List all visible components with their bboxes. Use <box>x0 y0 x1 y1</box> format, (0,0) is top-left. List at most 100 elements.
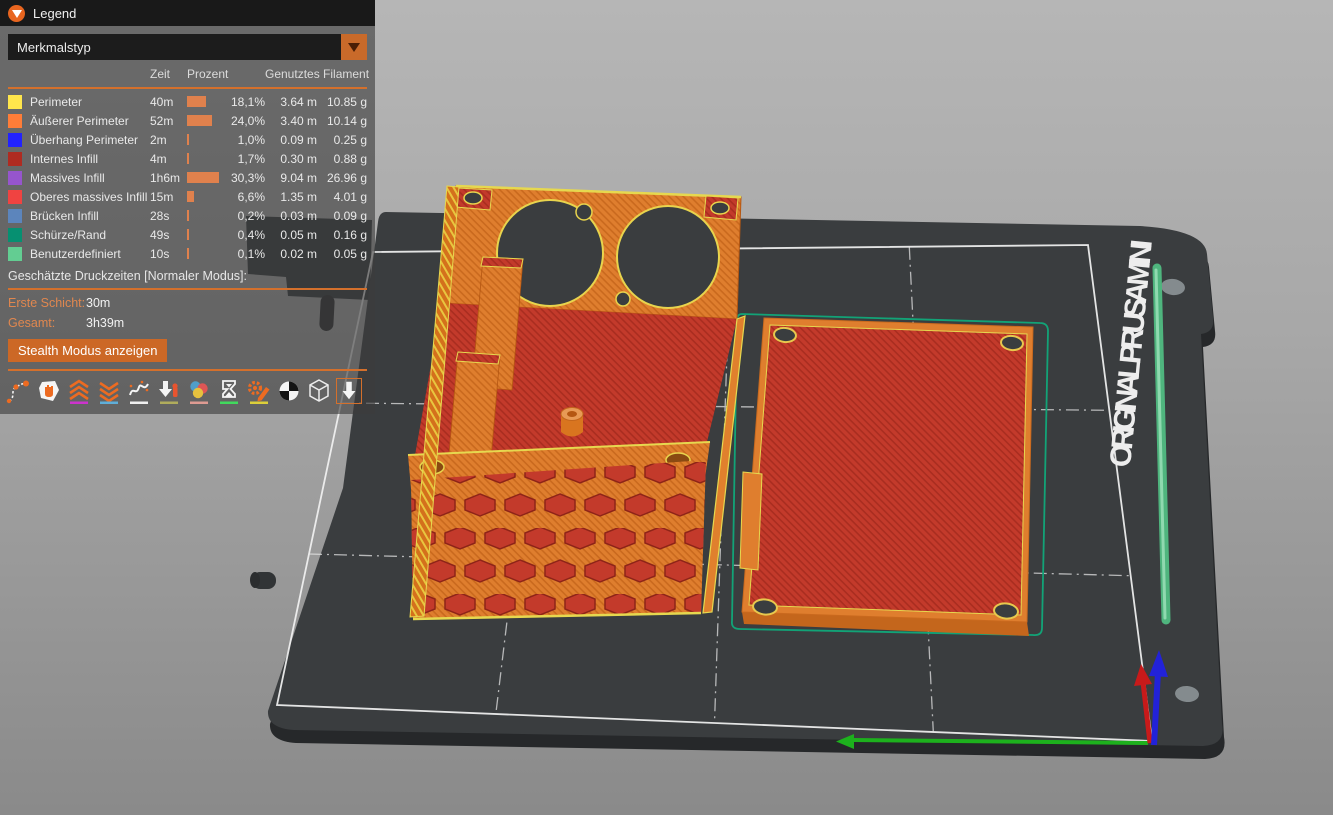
feature-grams: 0.09 g <box>317 209 367 223</box>
feature-grams: 0.05 g <box>317 247 367 261</box>
feature-grams: 0.25 g <box>317 133 367 147</box>
percent-bar <box>187 210 223 221</box>
feature-percent: 0,4% <box>223 228 265 242</box>
percent-bar <box>187 248 223 259</box>
table-row: Überhang Perimeter2m 1,0%0.09 m0.25 g <box>0 130 375 149</box>
legend-panel: Legend Merkmalstyp Zeit Prozent Genutzte… <box>0 0 375 414</box>
table-row: Äußerer Perimeter52m 24,0%3.40 m10.14 g <box>0 111 375 130</box>
tool-marker-icon[interactable] <box>336 378 362 404</box>
table-row: Massives Infill1h6m30,3%9.04 m26.96 g <box>0 168 375 187</box>
divider <box>8 87 367 89</box>
feature-time: 2m <box>150 133 187 147</box>
model-lid[interactable] <box>732 314 1048 636</box>
feature-meters: 3.40 m <box>265 114 317 128</box>
shells-icon[interactable] <box>306 378 332 404</box>
percent-bar <box>187 191 223 202</box>
feature-meters: 1.35 m <box>265 190 317 204</box>
feature-time: 40m <box>150 95 187 109</box>
table-row: Perimeter40m18,1%3.64 m10.85 g <box>0 92 375 111</box>
feature-label: Benutzerdefiniert <box>30 247 150 261</box>
table-row: Oberes massives Infill15m6,6%1.35 m4.01 … <box>0 187 375 206</box>
view-type-dropdown[interactable]: Merkmalstyp <box>8 34 367 60</box>
feature-color-swatch <box>8 152 22 166</box>
feature-meters: 0.03 m <box>265 209 317 223</box>
chevron-down-icon[interactable] <box>341 34 367 60</box>
feature-time: 10s <box>150 247 187 261</box>
feature-color-swatch <box>8 171 22 185</box>
feature-label: Internes Infill <box>30 152 150 166</box>
feature-time: 28s <box>150 209 187 223</box>
table-row: Internes Infill4m 1,7%0.30 m0.88 g <box>0 149 375 168</box>
feature-color-swatch <box>8 209 22 223</box>
divider <box>8 288 367 290</box>
feature-time: 4m <box>150 152 187 166</box>
feature-grams: 10.85 g <box>317 95 367 109</box>
feature-meters: 0.02 m <box>265 247 317 261</box>
feature-time: 15m <box>150 190 187 204</box>
feature-table: Perimeter40m18,1%3.64 m10.85 gÄußerer Pe… <box>0 92 375 263</box>
total-value: 3h39m <box>86 316 367 330</box>
total-time: Gesamt: 3h39m <box>0 313 375 333</box>
feature-grams: 0.88 g <box>317 152 367 166</box>
feature-percent: 18,1% <box>223 95 265 109</box>
feature-grams: 0.16 g <box>317 228 367 242</box>
feature-label: Schürze/Rand <box>30 228 150 242</box>
col-time: Zeit <box>150 67 187 81</box>
feature-time: 52m <box>150 114 187 128</box>
table-row: Brücken Infill28s 0,2%0.03 m0.09 g <box>0 206 375 225</box>
first-layer-value: 30m <box>86 296 367 310</box>
feature-percent: 1,0% <box>223 133 265 147</box>
feature-label: Überhang Perimeter <box>30 133 150 147</box>
percent-bar <box>187 172 223 183</box>
feature-grams: 10.14 g <box>317 114 367 128</box>
percent-bar <box>187 96 223 107</box>
feature-label: Massives Infill <box>30 171 150 185</box>
deretractions-icon[interactable] <box>96 378 122 404</box>
feature-time: 1h6m <box>150 171 187 185</box>
color-changes-icon[interactable] <box>186 378 212 404</box>
model-enclosure[interactable] <box>408 186 745 619</box>
feature-grams: 26.96 g <box>317 171 367 185</box>
total-label: Gesamt: <box>8 316 86 330</box>
feature-percent: 0,1% <box>223 247 265 261</box>
feature-percent: 30,3% <box>223 171 265 185</box>
custom-gcodes-icon[interactable] <box>246 378 272 404</box>
divider <box>8 369 367 371</box>
feature-percent: 0,2% <box>223 209 265 223</box>
feature-color-swatch <box>8 95 22 109</box>
percent-bar <box>187 115 223 126</box>
feature-meters: 3.64 m <box>265 95 317 109</box>
feature-color-swatch <box>8 190 22 204</box>
percent-bar <box>187 134 223 145</box>
retractions-icon[interactable] <box>66 378 92 404</box>
table-header: Zeit Prozent Genutztes Filament <box>0 64 375 84</box>
feature-meters: 0.30 m <box>265 152 317 166</box>
dropdown-value: Merkmalstyp <box>8 40 341 55</box>
feature-percent: 24,0% <box>223 114 265 128</box>
center-of-mass-icon[interactable] <box>276 378 302 404</box>
feature-color-swatch <box>8 133 22 147</box>
feature-percent: 6,6% <box>223 190 265 204</box>
view-options-toolbar <box>0 374 375 404</box>
feature-percent: 1,7% <box>223 152 265 166</box>
feature-label: Oberes massives Infill <box>30 190 150 204</box>
wipe-icon[interactable] <box>36 378 62 404</box>
feature-label: Brücken Infill <box>30 209 150 223</box>
percent-bar <box>187 153 223 164</box>
feature-meters: 0.05 m <box>265 228 317 242</box>
feature-label: Äußerer Perimeter <box>30 114 150 128</box>
tool-changes-icon[interactable] <box>156 378 182 404</box>
print-times-heading: Geschätzte Druckzeiten [Normaler Modus]: <box>0 263 375 285</box>
legend-header: Legend <box>0 0 375 26</box>
travel-icon[interactable] <box>6 378 32 404</box>
feature-color-swatch <box>8 114 22 128</box>
gcode-viewer-window: ORIGINAL PRUSA MINI <box>0 0 1333 815</box>
stealth-mode-button[interactable]: Stealth Modus anzeigen <box>8 339 167 362</box>
pause-prints-icon[interactable] <box>216 378 242 404</box>
seams-icon[interactable] <box>126 378 152 404</box>
first-layer-time: Erste Schicht: 30m <box>0 293 375 313</box>
bed-pin <box>250 572 276 589</box>
legend-title: Legend <box>33 6 76 21</box>
feature-meters: 0.09 m <box>265 133 317 147</box>
lid-tab <box>740 472 762 570</box>
